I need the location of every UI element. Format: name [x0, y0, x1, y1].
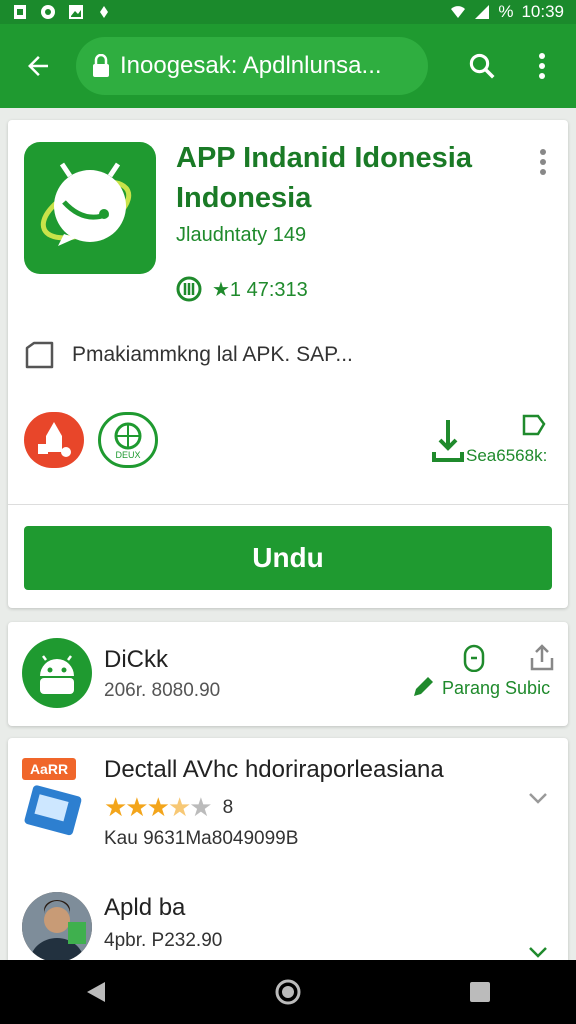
tag-icon: [522, 414, 546, 436]
developer-name: DiCkk: [104, 646, 168, 673]
svg-text:AaRR: AaRR: [30, 761, 68, 777]
app-title: APP Indanid Idonesia Indonesia: [176, 142, 472, 214]
install-button[interactable]: Undu: [24, 526, 552, 590]
list-thumbnail: AaRR: [22, 754, 92, 836]
developer-card[interactable]: DiCkk 206r. 8080.90 Parang Subic: [8, 622, 568, 726]
svg-text:DEUX: DEUX: [115, 450, 140, 460]
square-recents-icon: [470, 982, 490, 1002]
wifi-icon: [451, 6, 466, 18]
url-text: Inoogesak: Apdlnlunsa...: [120, 52, 382, 79]
pencil-icon: [414, 677, 433, 696]
share-icon[interactable]: [528, 644, 556, 672]
android-avatar: [22, 638, 92, 708]
status-time: 10:39: [521, 2, 564, 21]
record-icon: [41, 5, 55, 19]
nav-home-button[interactable]: [258, 962, 318, 1022]
back-button[interactable]: [0, 24, 76, 108]
permission-row[interactable]: Pmakiammkng lal APK. SAP...: [24, 340, 353, 370]
temple-icon: [38, 422, 71, 457]
list-item-subtitle: 4pbr. P232.90: [104, 930, 223, 951]
battery-text: %: [498, 2, 514, 21]
address-bar[interactable]: Inoogesak: Apdlnlunsa...: [76, 37, 428, 95]
sim-icon: [14, 5, 26, 19]
person-photo-icon: [22, 892, 92, 962]
content-badges: DEUX: [24, 412, 158, 468]
folder-icon: [25, 341, 54, 369]
triangle-back-icon: [87, 982, 105, 1002]
browser-toolbar: Inoogesak: Apdlnlunsa...: [0, 24, 576, 108]
bug-icon: [100, 6, 108, 18]
app-developer-subtitle: Jlaudntaty 149: [176, 224, 307, 246]
download-icon: [432, 420, 464, 462]
app-icon: [24, 142, 156, 274]
lock-icon: [93, 54, 109, 77]
list-item[interactable]: AaRR Dectall AVhc hdoriraporleasiana ★★★…: [8, 738, 568, 849]
avatar: [22, 892, 92, 962]
circle-home-icon: [275, 979, 301, 1005]
list-item-meta: Kau 9631Ma8049099B: [104, 828, 299, 849]
rating-row: ★1 47:313: [176, 276, 308, 302]
permission-text: Pmakiammkng lal APK. SAP...: [72, 343, 353, 366]
category-badge-icon: [24, 412, 84, 468]
android-icon: [40, 655, 74, 694]
browser-menu-button[interactable]: [518, 40, 566, 92]
search-button[interactable]: [456, 40, 508, 92]
chevron-down-icon[interactable]: [526, 786, 550, 810]
list-item-title: Dectall AVhc hdoriraporleasiana: [104, 756, 444, 783]
system-nav-bar: [0, 960, 576, 1024]
download-size: Sea6568k:: [428, 412, 558, 468]
status-bar: % 10:39: [0, 0, 576, 24]
size-text: Sea6568k:: [466, 446, 548, 465]
star-rating-icon: ★★★★★: [104, 792, 213, 822]
app-detail-card: APP Indanid Idonesia Indonesia Jlaudntat…: [8, 120, 568, 608]
search-icon: [469, 53, 495, 79]
more-vert-icon: [540, 149, 546, 175]
nav-recents-button[interactable]: [450, 962, 510, 1022]
more-vert-icon: [539, 53, 545, 79]
arrow-back-icon: [28, 56, 48, 76]
globe-badge: DEUX: [98, 412, 158, 468]
signal-icon: [475, 5, 490, 19]
app-logo-icon: [40, 162, 132, 246]
app-overflow-button[interactable]: [528, 142, 558, 182]
list-item-rating: ★★★★★ 8: [104, 792, 234, 822]
nav-back-button[interactable]: [66, 962, 126, 1022]
rating-badge-icon: [176, 276, 202, 302]
related-list-card: AaRR Dectall AVhc hdoriraporleasiana ★★★…: [8, 738, 568, 978]
list-item-title: Apld ba: [104, 894, 186, 921]
developer-actions[interactable]: Parang Subic: [410, 644, 560, 704]
divider: [8, 504, 568, 505]
rating-text: ★1 47:313: [212, 278, 308, 301]
shield-icon: [463, 644, 485, 672]
developer-subtitle: 206r. 8080.90: [104, 680, 221, 701]
developer-action-label: Parang Subic: [442, 678, 551, 698]
app-thumb-icon: AaRR: [22, 758, 82, 836]
globe-icon: DEUX: [114, 422, 142, 460]
image-icon: [69, 5, 83, 19]
